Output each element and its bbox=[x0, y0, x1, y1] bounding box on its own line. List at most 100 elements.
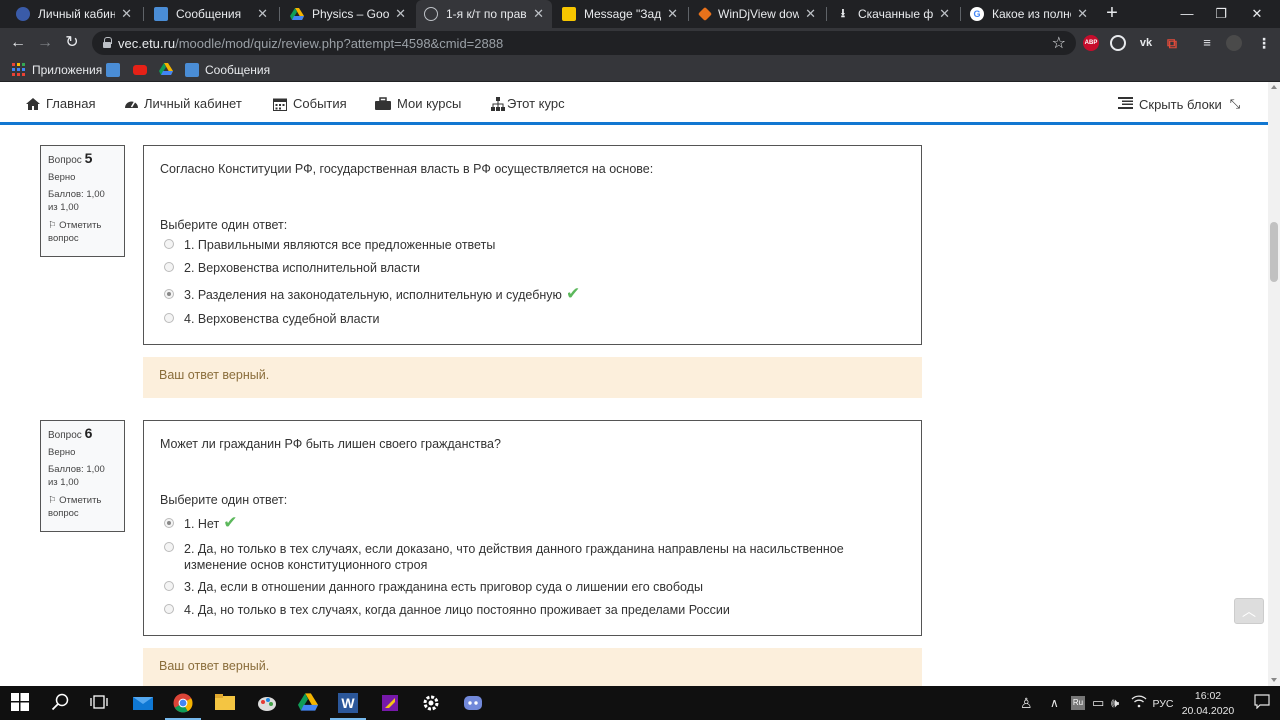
close-icon[interactable]: ✕ bbox=[939, 6, 950, 22]
apps-grid-icon bbox=[12, 63, 26, 77]
notifications-icon[interactable] bbox=[1254, 693, 1270, 713]
tab-gmail-message[interactable]: Message "Задани ✕ bbox=[554, 0, 686, 28]
profile-icon[interactable] bbox=[1226, 35, 1242, 51]
hide-blocks-button[interactable]: Скрыть блоки ⤡ bbox=[1118, 96, 1240, 112]
mail-icon bbox=[562, 7, 576, 21]
task-view-icon[interactable] bbox=[90, 693, 110, 713]
menu-icon[interactable]: ⋮ bbox=[1256, 35, 1272, 51]
nav-home[interactable]: Главная bbox=[26, 96, 95, 111]
bookmark-drive[interactable] bbox=[159, 62, 179, 78]
ext-circle-icon[interactable] bbox=[1110, 35, 1126, 51]
windows-start-icon[interactable] bbox=[11, 693, 31, 713]
word-icon[interactable]: W bbox=[338, 693, 358, 713]
radio-button[interactable] bbox=[164, 542, 174, 552]
back-to-top-button[interactable]: ︿ bbox=[1234, 598, 1264, 624]
tab-quiz-review[interactable]: 1-я к/т по правов ✕ bbox=[416, 0, 552, 28]
answer-option[interactable]: 4. Верховенства судебной власти bbox=[164, 312, 380, 326]
reload-button[interactable]: ↻ bbox=[61, 32, 83, 54]
bookmark-messages[interactable]: Сообщения bbox=[185, 62, 270, 78]
radio-button[interactable] bbox=[164, 262, 174, 272]
address-bar[interactable]: vec.etu.ru/moodle/mod/quiz/review.php?at… bbox=[92, 31, 1076, 55]
answer-option[interactable]: 4. Да, но только в тех случаях, когда да… bbox=[164, 603, 730, 617]
radio-button[interactable] bbox=[164, 313, 174, 323]
radio-button[interactable] bbox=[164, 581, 174, 591]
language-indicator[interactable]: РУС bbox=[1151, 698, 1175, 710]
nav-dashboard[interactable]: Личный кабинет bbox=[124, 96, 242, 111]
new-tab-button[interactable]: + bbox=[1100, 2, 1124, 26]
chevron-up-icon[interactable]: ∧ bbox=[1050, 693, 1064, 713]
download-icon: ⭳ bbox=[840, 5, 846, 20]
scroll-thumb[interactable] bbox=[1270, 222, 1278, 282]
bookmark-star-icon[interactable]: ☆ bbox=[1052, 33, 1066, 53]
ime-indicator[interactable]: Ru bbox=[1071, 696, 1085, 710]
question-grade: Баллов: 1,00 из 1,00 bbox=[48, 464, 105, 488]
usb-icon[interactable]: ▭ bbox=[1092, 693, 1108, 713]
tab-dashboard[interactable]: Личный кабинет ✕ bbox=[8, 0, 140, 28]
close-icon[interactable]: ✕ bbox=[805, 6, 816, 22]
radio-button-selected[interactable] bbox=[164, 289, 174, 299]
radio-button[interactable] bbox=[164, 604, 174, 614]
tab-downloads[interactable]: ⭳ Скачанные файлы ✕ bbox=[828, 0, 958, 28]
pdf-icon[interactable]: ⧉ bbox=[1164, 35, 1180, 51]
youtube-icon bbox=[133, 65, 147, 75]
volume-icon[interactable]: 🕪 bbox=[1111, 693, 1127, 713]
flag-question-link[interactable]: ⚐ Отметить вопрос bbox=[48, 494, 117, 520]
radio-button[interactable] bbox=[164, 239, 174, 249]
google-drive-icon[interactable] bbox=[298, 693, 318, 713]
question-number: Вопрос 6 bbox=[48, 425, 93, 441]
nav-events[interactable]: События bbox=[273, 96, 347, 111]
flag-icon: ⚐ bbox=[48, 495, 57, 506]
close-icon[interactable]: ✕ bbox=[1077, 6, 1088, 22]
collapse-arrows-icon[interactable]: ⤡ bbox=[1230, 96, 1240, 112]
settings-icon[interactable] bbox=[421, 693, 441, 713]
nav-this-course[interactable]: Этот курс bbox=[491, 96, 565, 111]
clock-date[interactable]: 20.04.2020 bbox=[1180, 705, 1236, 717]
bookmark-youtube[interactable] bbox=[133, 62, 153, 78]
page-scrollbar[interactable] bbox=[1268, 82, 1280, 686]
tab-messages[interactable]: Сообщения ✕ bbox=[146, 0, 276, 28]
answer-option[interactable]: 1. Правильными являются все предложенные… bbox=[164, 238, 495, 252]
answer-option[interactable]: 1. Нет ✔ bbox=[164, 514, 237, 531]
clock-time[interactable]: 16:02 bbox=[1180, 690, 1236, 702]
discord-icon[interactable] bbox=[463, 693, 483, 713]
file-explorer-icon[interactable] bbox=[215, 693, 235, 713]
address-url[interactable]: vec.etu.ru/moodle/mod/quiz/review.php?at… bbox=[118, 36, 503, 51]
answer-option[interactable]: 2. Да, но только в тех случаях, если док… bbox=[164, 541, 864, 573]
answer-text: 2. Да, но только в тех случаях, если док… bbox=[184, 542, 844, 572]
paint-icon[interactable] bbox=[257, 693, 277, 713]
chrome-icon[interactable] bbox=[173, 693, 193, 713]
close-icon[interactable]: ✕ bbox=[121, 6, 132, 22]
scroll-down-arrow-icon[interactable] bbox=[1271, 678, 1277, 682]
mail-icon[interactable] bbox=[132, 693, 153, 713]
answer-option[interactable]: 2. Верховенства исполнительной власти bbox=[164, 261, 420, 275]
nav-my-courses[interactable]: Мои курсы bbox=[375, 96, 461, 111]
answer-option[interactable]: 3. Да, если в отношении данного граждани… bbox=[164, 580, 703, 594]
media-icon[interactable]: ≡ bbox=[1199, 35, 1215, 51]
flag-question-link[interactable]: ⚐ Отметить вопрос bbox=[48, 219, 117, 245]
answer-option[interactable]: 3. Разделения на законодательную, исполн… bbox=[164, 285, 580, 302]
vk-icon[interactable]: vk bbox=[1138, 35, 1154, 51]
radio-button-selected[interactable] bbox=[164, 518, 174, 528]
abp-icon[interactable]: ABP bbox=[1083, 35, 1099, 51]
tab-title: Личный кабинет bbox=[38, 7, 116, 21]
window-close-button[interactable]: ✕ bbox=[1234, 0, 1280, 28]
people-icon[interactable]: ♙ bbox=[1020, 693, 1036, 713]
back-button[interactable]: ← bbox=[7, 32, 29, 54]
tab-google-search[interactable]: G Какое из полномо ✕ bbox=[962, 0, 1096, 28]
bookmark-messages-short[interactable] bbox=[106, 62, 126, 78]
tab-title: Скачанные файлы bbox=[858, 7, 934, 21]
close-icon[interactable]: ✕ bbox=[533, 6, 544, 22]
close-icon[interactable]: ✕ bbox=[667, 6, 678, 22]
close-icon[interactable]: ✕ bbox=[257, 6, 268, 22]
wifi-icon[interactable] bbox=[1131, 693, 1147, 713]
bookmark-apps[interactable]: Приложения bbox=[12, 62, 102, 78]
close-icon[interactable]: ✕ bbox=[395, 6, 406, 22]
scroll-up-arrow-icon[interactable] bbox=[1271, 85, 1277, 89]
feedback-text: Ваш ответ верный. bbox=[159, 368, 270, 382]
search-icon[interactable] bbox=[51, 693, 71, 713]
tab-title: Physics – Google Д bbox=[312, 7, 390, 21]
tab-physics[interactable]: Physics – Google Д ✕ bbox=[282, 0, 414, 28]
onenote-icon[interactable] bbox=[380, 693, 400, 713]
forward-button[interactable]: → bbox=[34, 32, 56, 54]
tab-windjview[interactable]: WinDjView downlo ✕ bbox=[690, 0, 824, 28]
